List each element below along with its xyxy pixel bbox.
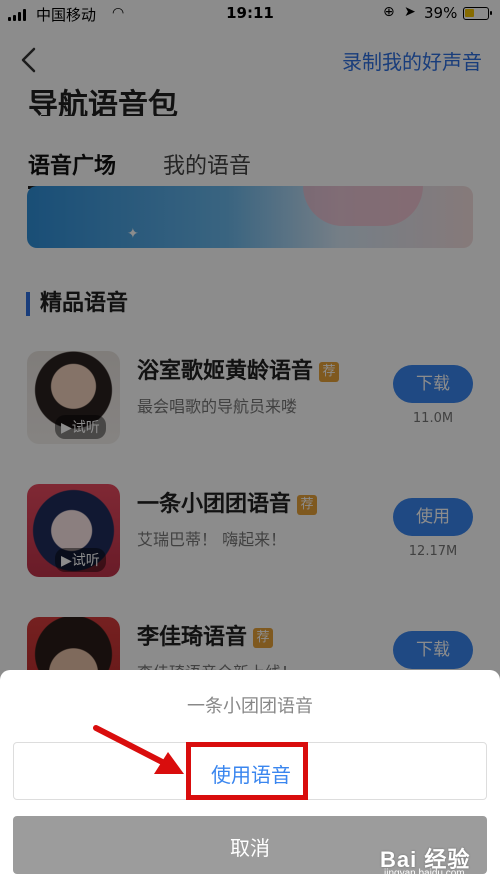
arrow-annotation-icon [93,725,184,774]
action-sheet-title: 一条小团团语音 [187,696,313,717]
highlight-box [186,742,308,800]
baidu-watermark: Bai 经验 jingyan.baidu.com [380,838,495,886]
watermark-url: jingyan.baidu.com [384,868,465,879]
